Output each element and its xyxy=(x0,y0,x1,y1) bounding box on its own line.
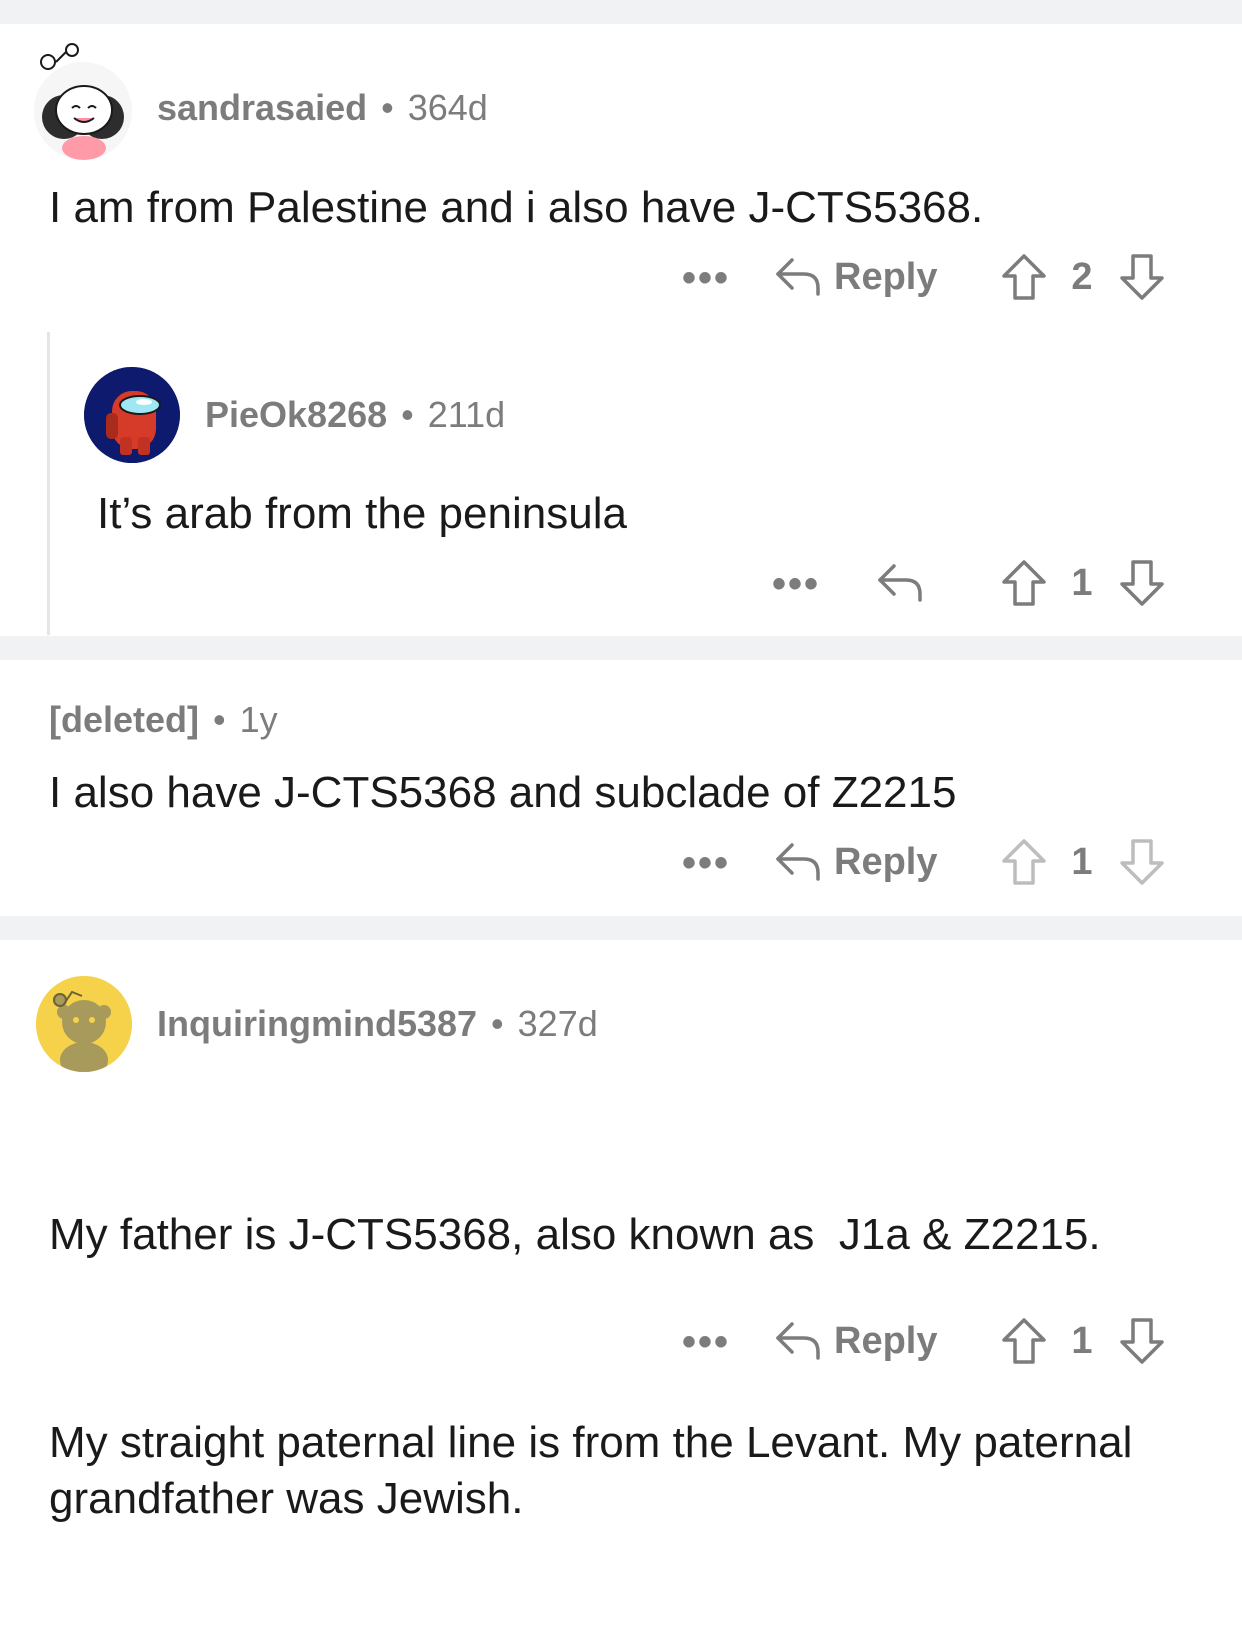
meta-separator: • xyxy=(381,87,394,128)
reply-icon[interactable] xyxy=(774,1318,822,1362)
top-separator xyxy=(0,0,1242,24)
upvote-icon[interactable] xyxy=(1000,1316,1048,1366)
snoo-girl-avatar-icon[interactable] xyxy=(34,62,132,160)
upvote-icon[interactable] xyxy=(1000,837,1048,887)
reply-button[interactable]: Reply xyxy=(834,1319,937,1363)
comment-body: My father is J-CTS5368, also known as J1… xyxy=(49,1095,1209,1639)
meta-separator: • xyxy=(401,394,414,435)
comment-paragraph: My straight paternal line is from the Le… xyxy=(49,1418,1145,1523)
comment-body: I am from Palestine and i also have J-CT… xyxy=(49,183,984,232)
comment-meta: sandrasaied • 364d xyxy=(157,86,488,130)
downvote-icon[interactable] xyxy=(1118,252,1166,302)
meta-separator: • xyxy=(213,699,226,740)
thread-line[interactable] xyxy=(47,332,50,635)
username-link[interactable]: sandrasaied xyxy=(157,87,367,128)
more-options-button[interactable]: ••• xyxy=(682,843,730,883)
more-options-button[interactable]: ••• xyxy=(682,1322,730,1362)
snoo-antenna-icon xyxy=(53,990,83,1007)
reply-icon[interactable] xyxy=(774,839,822,883)
comment-age: 327d xyxy=(517,1003,598,1044)
comment-paragraph: My father is J-CTS5368, also known as J1… xyxy=(49,1210,1101,1259)
upvote-icon[interactable] xyxy=(1000,252,1048,302)
vote-count: 2 xyxy=(1071,256,1093,298)
vote-count: 1 xyxy=(1071,841,1093,883)
username-link[interactable]: Inquiringmind5387 xyxy=(157,1003,477,1044)
reply-button[interactable]: Reply xyxy=(834,255,937,299)
downvote-icon[interactable] xyxy=(1118,558,1166,608)
reply-icon[interactable] xyxy=(876,560,924,604)
more-options-button[interactable]: ••• xyxy=(772,564,820,604)
comment-meta: Inquiringmind5387 • 327d xyxy=(157,1002,598,1046)
username-link[interactable]: PieOk8268 xyxy=(205,394,387,435)
reply-icon[interactable] xyxy=(774,254,822,298)
comment-age: 211d xyxy=(427,394,506,435)
vote-count: 1 xyxy=(1071,1320,1093,1362)
comment-age: 364d xyxy=(407,87,488,128)
snoo-antenna-icon xyxy=(40,43,79,70)
comment-separator xyxy=(0,916,1242,940)
downvote-icon[interactable] xyxy=(1118,1316,1166,1366)
downvote-icon[interactable] xyxy=(1118,837,1166,887)
more-options-button[interactable]: ••• xyxy=(682,258,730,298)
comment-body: It’s arab from the peninsula xyxy=(97,489,627,538)
upvote-icon[interactable] xyxy=(1000,558,1048,608)
vote-count: 1 xyxy=(1071,562,1093,604)
comment-meta: [deleted] • 1y xyxy=(49,698,278,742)
among-us-avatar-icon[interactable] xyxy=(84,367,180,463)
meta-separator: • xyxy=(491,1003,504,1044)
username-deleted: [deleted] xyxy=(49,699,200,740)
comment-age: 1y xyxy=(239,699,278,740)
comment-body: I also have J-CTS5368 and subclade of Z2… xyxy=(49,768,957,817)
comment-meta: PieOk8268 • 211d xyxy=(205,393,505,437)
reply-button[interactable]: Reply xyxy=(834,840,937,884)
comment-separator xyxy=(0,636,1242,660)
